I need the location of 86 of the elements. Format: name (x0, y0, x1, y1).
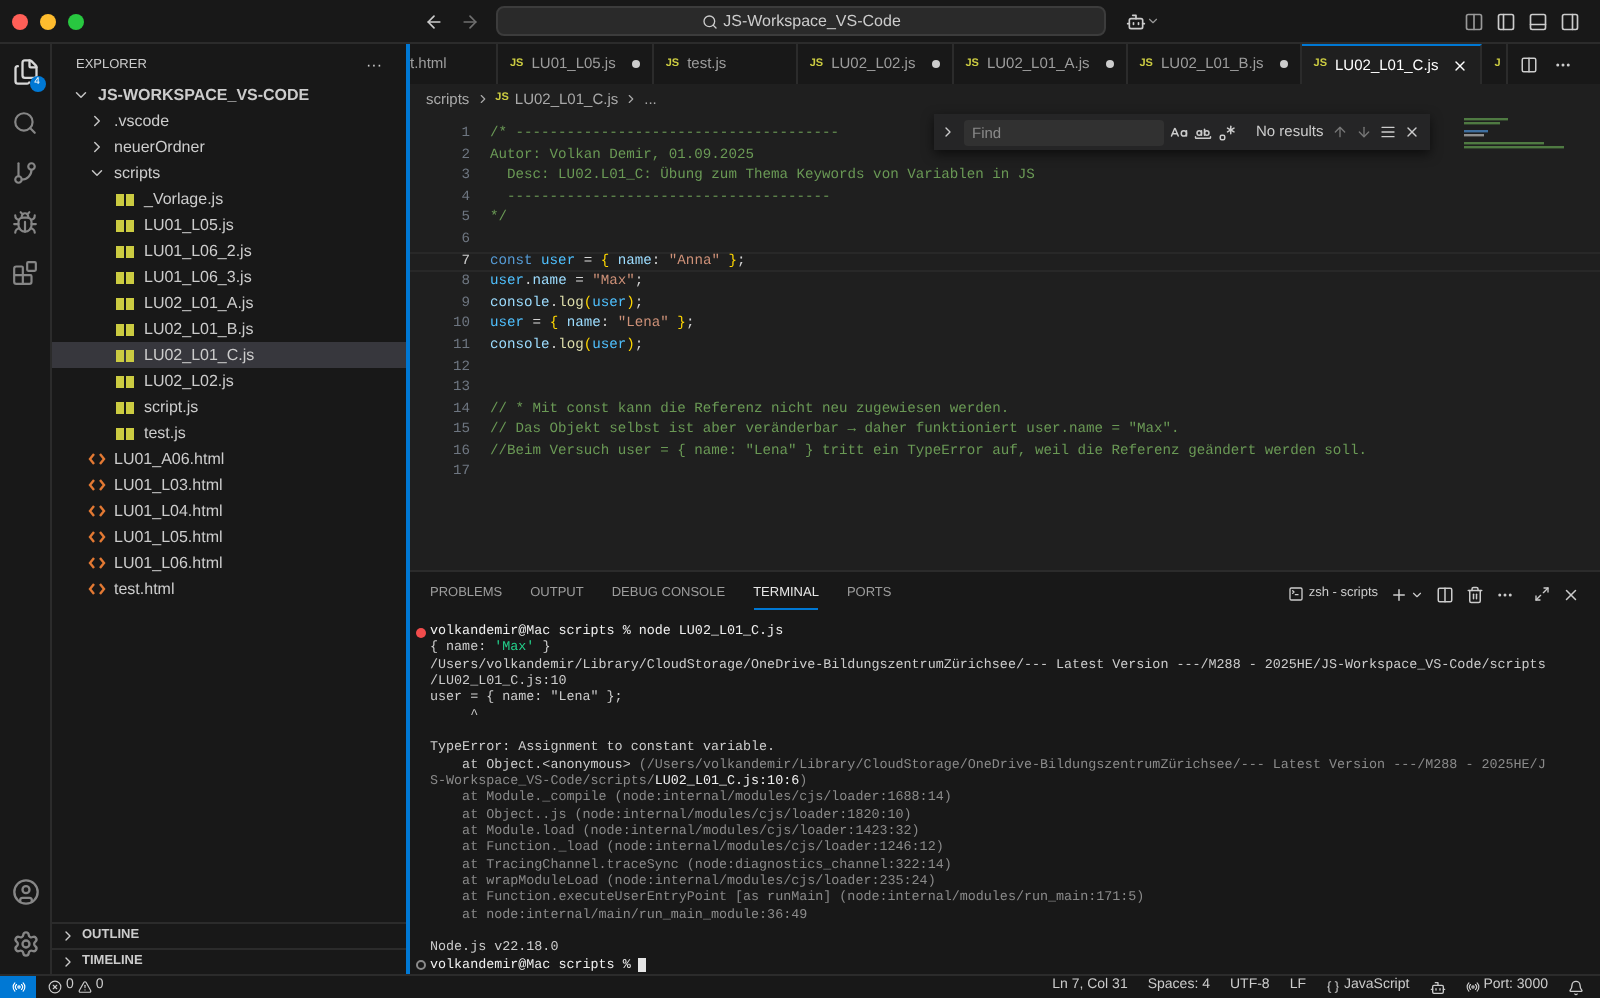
code-brackets-icon (88, 530, 106, 544)
folder-item[interactable]: JS-WORKSPACE_VS-CODE (52, 82, 406, 108)
command-marker-icon[interactable] (415, 960, 425, 971)
js-file-icon (116, 245, 136, 257)
js-file-icon (116, 401, 136, 413)
js-file-icon (116, 219, 136, 231)
js-file-icon (116, 375, 136, 387)
next-match-icon[interactable] (1355, 124, 1372, 140)
toggle-sidebar-icon[interactable] (1496, 11, 1516, 31)
close-icon[interactable] (1562, 585, 1580, 603)
more-actions[interactable]: ··· (366, 53, 382, 77)
forward-arrow-icon[interactable] (460, 11, 480, 31)
chevron-down-icon[interactable] (1146, 14, 1160, 28)
js-file-icon (116, 349, 136, 361)
account-icon[interactable] (11, 878, 39, 906)
trash-icon[interactable] (1466, 585, 1484, 603)
robot-icon[interactable] (1429, 979, 1446, 995)
find-in-selection-icon[interactable] (1379, 124, 1396, 140)
file-item[interactable]: LU01_A06.html (52, 446, 406, 472)
folder-item[interactable]: neuerOrdner (52, 134, 406, 160)
code-brackets-icon (88, 452, 106, 466)
file-item[interactable]: LU01_L04.html (52, 498, 406, 524)
broadcast-icon (1465, 980, 1480, 994)
file-item[interactable]: LU01_L06_3.js (52, 264, 406, 290)
file-item[interactable]: script.js (52, 394, 406, 420)
file-item[interactable]: LU01_L05.html (52, 524, 406, 550)
split-terminal-icon[interactable] (1436, 585, 1454, 603)
minimize-window-icon[interactable] (40, 13, 56, 29)
file-item[interactable]: LU01_L05.js (52, 212, 406, 238)
command-search-field[interactable]: JS-Workspace_VS-Code (496, 6, 1106, 36)
maximize-panel-icon[interactable] (1534, 586, 1550, 602)
search-icon (701, 13, 718, 29)
chevron-right-icon (475, 92, 490, 106)
file-item[interactable]: LU02_L01_C.js (52, 342, 406, 368)
explorer-icon[interactable] (11, 58, 39, 86)
error-marker-icon[interactable] (415, 627, 425, 638)
warning-icon (77, 980, 92, 994)
run-debug-icon[interactable] (12, 210, 38, 236)
js-file-icon (116, 193, 136, 205)
remote-button[interactable] (0, 976, 36, 998)
code-brackets-icon (88, 504, 106, 518)
error-icon (48, 980, 62, 994)
match-case-icon[interactable] (1170, 123, 1188, 141)
extensions-icon[interactable] (12, 260, 38, 286)
file-item[interactable]: LU02_L02.js (52, 368, 406, 394)
settings-icon[interactable] (11, 930, 39, 958)
file-item[interactable]: LU01_L06_2.js (52, 238, 406, 264)
robot-icon[interactable] (1126, 11, 1146, 31)
toggle-panel-icon[interactable] (1528, 11, 1548, 31)
regex-icon[interactable] (1218, 123, 1236, 141)
js-file-icon (116, 271, 136, 283)
chevron-down-icon[interactable] (1410, 587, 1424, 601)
close-tab-icon[interactable] (1452, 57, 1469, 73)
close-window-icon[interactable] (12, 13, 28, 29)
code-brackets-icon (88, 582, 106, 596)
braces-icon (1326, 980, 1340, 994)
layout-icon[interactable] (1464, 11, 1484, 31)
whole-word-icon[interactable] (1194, 123, 1212, 141)
source-control-icon[interactable] (12, 160, 38, 186)
back-arrow-icon[interactable] (424, 11, 444, 31)
folder-item[interactable]: scripts (52, 160, 406, 186)
split-editor-icon[interactable] (1520, 55, 1539, 73)
code-brackets-icon (88, 556, 106, 570)
file-item[interactable]: _Vorlage.js (52, 186, 406, 212)
js-file-icon (116, 297, 136, 309)
remote-icon (11, 980, 25, 994)
code-brackets-icon (88, 478, 106, 492)
file-item[interactable]: LU02_L01_B.js (52, 316, 406, 342)
js-file-icon (116, 323, 136, 335)
expand-replace-icon[interactable] (940, 124, 956, 140)
file-item[interactable]: LU01_L03.html (52, 472, 406, 498)
new-terminal-icon[interactable] (1390, 585, 1408, 603)
file-item[interactable]: test.html (52, 576, 406, 602)
file-item[interactable]: test.js (52, 420, 406, 446)
file-item[interactable]: LU01_L06.html (52, 550, 406, 576)
previous-match-icon[interactable] (1331, 124, 1348, 140)
toggle-secondary-sidebar-icon[interactable] (1560, 11, 1580, 31)
close-icon[interactable] (1403, 124, 1420, 140)
maximize-window-icon[interactable] (68, 13, 84, 29)
terminal-icon (1288, 586, 1305, 602)
folder-item[interactable]: .vscode (52, 108, 406, 134)
notifications-icon[interactable] (1568, 979, 1584, 995)
js-file-icon (116, 427, 136, 439)
file-item[interactable]: LU02_L01_A.js (52, 290, 406, 316)
chevron-right-icon (624, 92, 639, 106)
search-icon[interactable] (12, 110, 38, 136)
